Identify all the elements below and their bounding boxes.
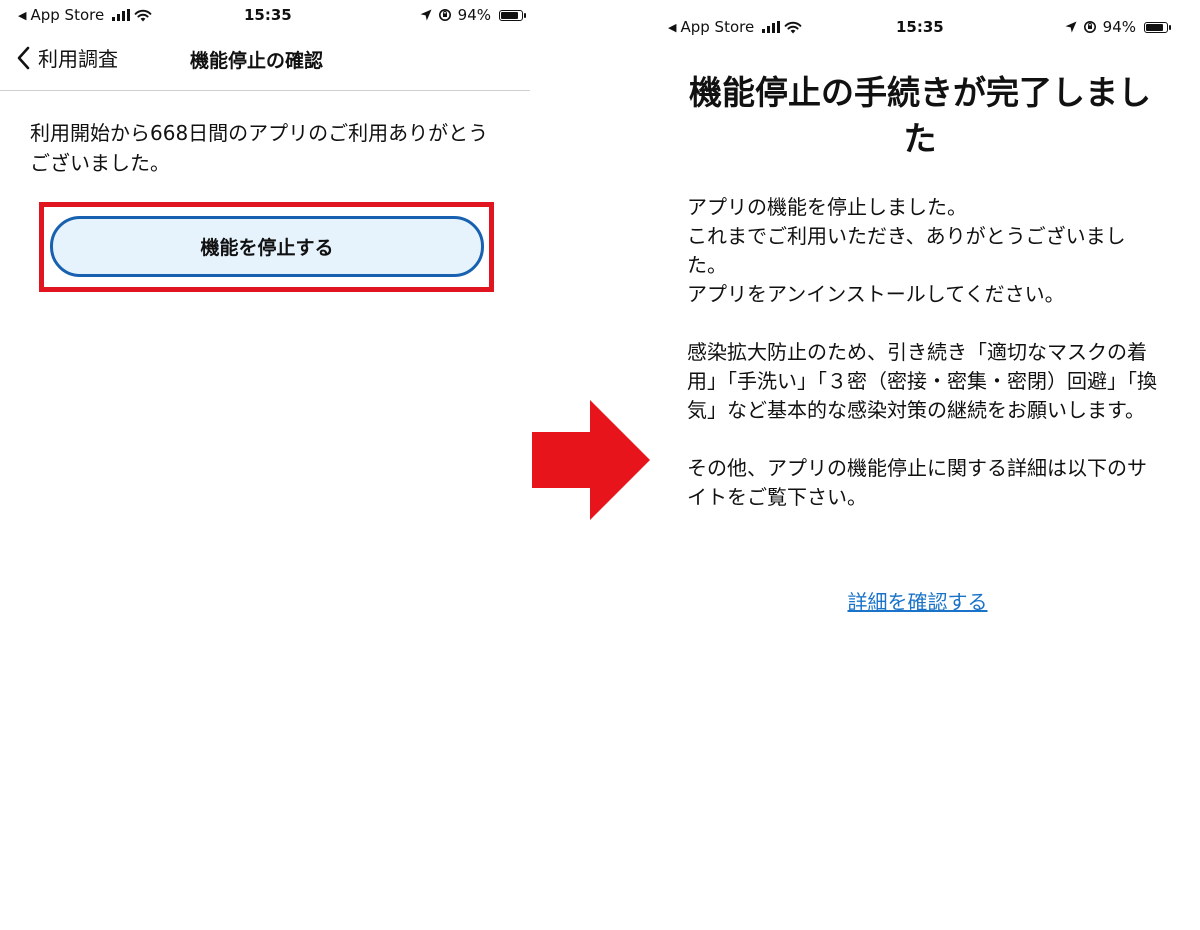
body-paragraph: アプリの機能を停止しました。 これまでご利用いただき、ありがとうございました。 … bbox=[687, 195, 1126, 306]
status-right-group: 94% bbox=[420, 6, 526, 24]
view-details-link[interactable]: 詳細を確認する bbox=[680, 586, 1155, 615]
body-paragraph: その他、アプリの機能停止に関する詳細は以下のサイトをご覧下さい。 bbox=[687, 456, 1147, 509]
cellular-signal-icon bbox=[112, 9, 131, 21]
status-back-to-app[interactable]: ◀ App Store bbox=[18, 6, 152, 24]
status-back-app-label: App Store bbox=[30, 6, 105, 24]
nav-back-button[interactable]: 利用調査 bbox=[16, 43, 118, 72]
status-time: 15:35 bbox=[896, 18, 944, 36]
status-right-group: 94% bbox=[1065, 18, 1171, 36]
chevron-left-icon bbox=[17, 46, 30, 69]
completion-title: 機能停止の手続きが完了しました bbox=[689, 73, 1151, 158]
battery-percent: 94% bbox=[457, 6, 491, 24]
nav-back-label: 利用調査 bbox=[38, 47, 118, 71]
body-paragraph: 感染拡大防止のため、引き続き「適切なマスクの着用」「手洗い」「３密（密接・密集・… bbox=[687, 340, 1157, 422]
status-bar-right: ◀ App Store 15:35 94% bbox=[668, 12, 1171, 42]
wifi-icon bbox=[134, 9, 152, 21]
location-arrow-icon bbox=[420, 9, 432, 21]
right-arrow-icon bbox=[532, 400, 650, 520]
status-back-app-label: App Store bbox=[680, 18, 755, 36]
status-back-to-app[interactable]: ◀ App Store bbox=[668, 18, 802, 36]
orientation-lock-icon bbox=[438, 9, 451, 21]
stop-function-button[interactable]: 機能を停止する bbox=[50, 216, 484, 277]
battery-icon bbox=[499, 9, 526, 21]
location-arrow-icon bbox=[1065, 21, 1077, 33]
comparison-screenshot: ◀ App Store 15:35 94% 利用調査 機能停止の確認 利用開始か… bbox=[0, 0, 1200, 930]
status-time: 15:35 bbox=[244, 6, 292, 24]
navigation-bar: 利用調査 機能停止の確認 bbox=[0, 30, 530, 91]
battery-percent: 94% bbox=[1102, 18, 1136, 36]
thank-you-message: 利用開始から668日間のアプリのご利用ありがとうございました。 bbox=[30, 121, 489, 175]
page-title: 機能停止の確認 bbox=[190, 50, 324, 72]
status-bar-left: ◀ App Store 15:35 94% bbox=[18, 0, 526, 30]
battery-icon bbox=[1144, 21, 1171, 33]
completion-body: アプリの機能を停止しました。 これまでご利用いただき、ありがとうございました。 … bbox=[687, 193, 1162, 512]
wifi-icon bbox=[784, 21, 802, 33]
orientation-lock-icon bbox=[1083, 21, 1096, 33]
cellular-signal-icon bbox=[762, 21, 781, 33]
back-triangle-icon: ◀ bbox=[18, 8, 27, 22]
back-triangle-icon: ◀ bbox=[668, 20, 677, 34]
